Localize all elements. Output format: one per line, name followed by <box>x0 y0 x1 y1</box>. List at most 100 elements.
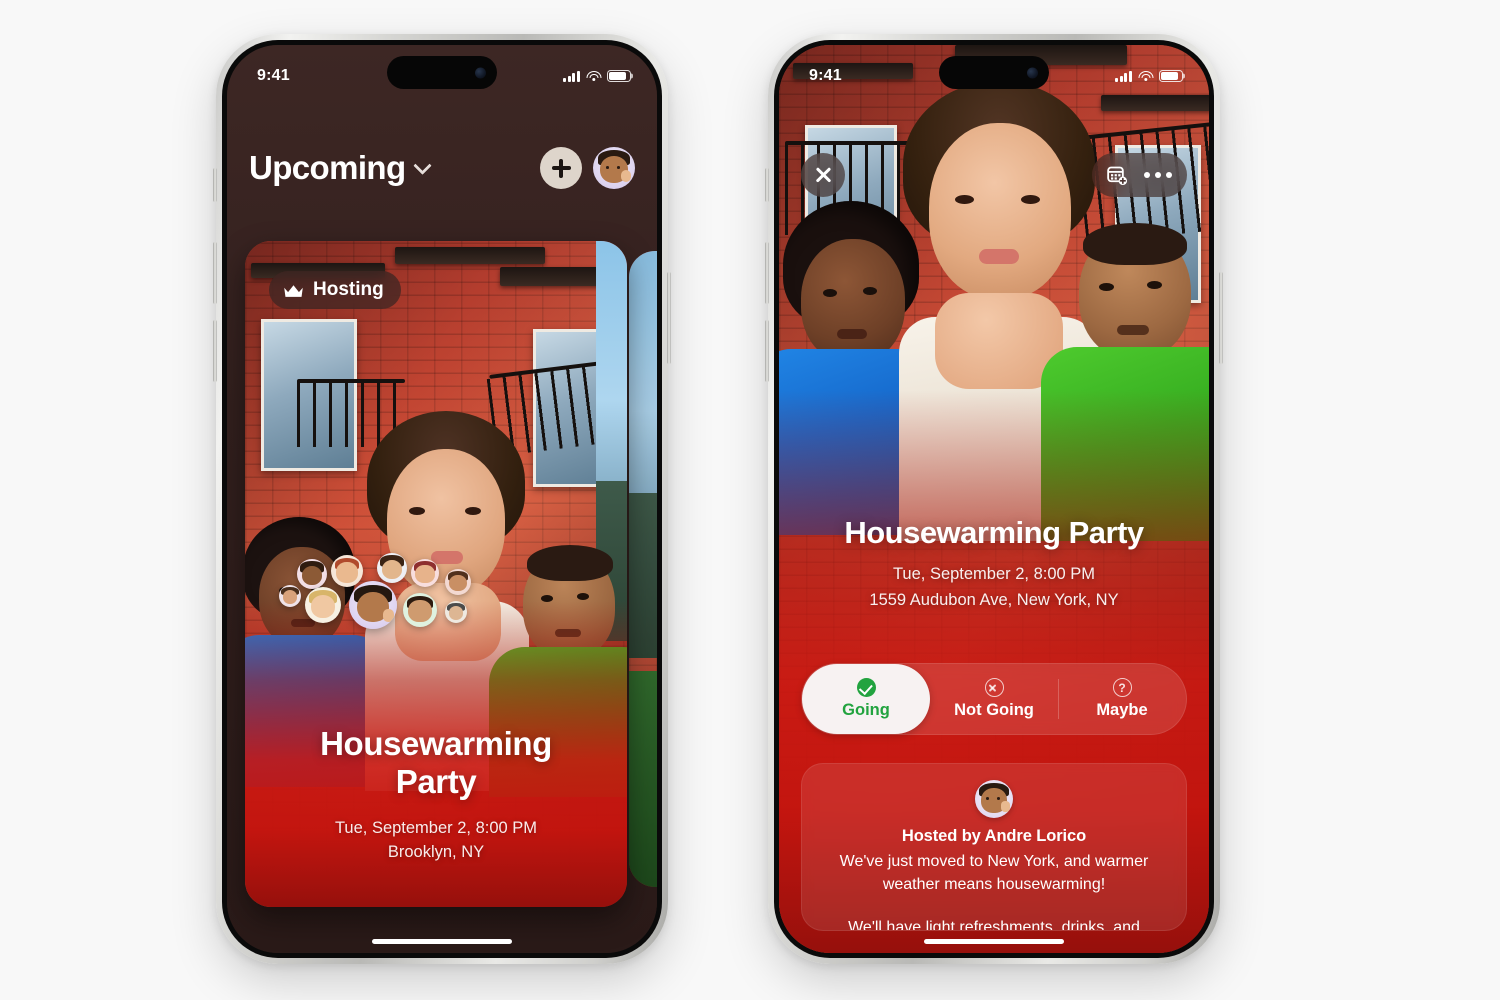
thumbs-up <box>1001 801 1010 812</box>
attendee-avatar[interactable] <box>305 587 341 623</box>
crown-icon <box>283 283 304 298</box>
attendee-avatar[interactable] <box>297 559 327 589</box>
power-button[interactable] <box>1219 272 1223 364</box>
thumbs-up <box>383 609 394 622</box>
eye <box>955 195 974 204</box>
hosting-badge-label: Hosting <box>313 279 384 300</box>
host-paragraph-1: We've just moved to New York, and warmer… <box>839 853 1149 893</box>
foliage <box>629 670 657 887</box>
volume-up-button[interactable] <box>765 242 769 304</box>
event-detail-address: 1559 Audubon Ave, New York, NY <box>869 590 1119 609</box>
event-detail-meta: Tue, September 2, 8:00 PM 1559 Audubon A… <box>795 562 1193 613</box>
next-card-photo <box>629 251 657 887</box>
rsvp-option-not-going[interactable]: Not Going <box>930 664 1058 734</box>
face <box>929 123 1071 299</box>
wifi-icon <box>586 70 601 82</box>
left-phone-screen: Hosting Housewarming Party Tue, Septembe… <box>227 45 657 953</box>
rsvp-not-going-label: Not Going <box>954 701 1034 719</box>
eye <box>1021 195 1040 204</box>
dynamic-island <box>939 56 1049 89</box>
rsvp-option-going[interactable]: Going <box>802 664 930 734</box>
detail-toolbar <box>1092 153 1187 197</box>
left-phone-bezel: Hosting Housewarming Party Tue, Septembe… <box>222 40 662 958</box>
close-button[interactable] <box>801 153 845 197</box>
action-button[interactable] <box>213 168 217 202</box>
event-date: Tue, September 2, 8:00 PM <box>334 818 538 837</box>
eye <box>409 507 425 515</box>
event-detail-date: Tue, September 2, 8:00 PM <box>892 565 1096 583</box>
hill <box>629 492 657 659</box>
battery-icon <box>1159 70 1183 82</box>
volume-down-button[interactable] <box>213 320 217 382</box>
action-button[interactable] <box>765 168 769 202</box>
attendee-avatar[interactable] <box>377 553 407 583</box>
eye <box>1147 281 1162 289</box>
wifi-icon <box>1138 70 1153 82</box>
event-card-title: Housewarming Party <box>267 725 605 802</box>
left-phone: Hosting Housewarming Party Tue, Septembe… <box>213 34 671 964</box>
rsvp-segmented-control[interactable]: Going Not Going ? Maybe <box>801 663 1187 735</box>
attendee-avatar[interactable] <box>411 559 439 587</box>
attendee-avatar[interactable] <box>279 585 301 607</box>
volume-up-button[interactable] <box>213 242 217 304</box>
event-detail-title: Housewarming Party <box>844 515 1144 550</box>
status-icons <box>563 70 631 82</box>
mouth <box>1117 325 1149 335</box>
plus-icon <box>551 158 571 178</box>
right-phone-screen: Housewarming Party Tue, September 2, 8:0… <box>779 45 1209 953</box>
rsvp-option-maybe[interactable]: ? Maybe <box>1058 664 1186 734</box>
attendee-avatar[interactable] <box>445 601 467 623</box>
profile-avatar[interactable] <box>593 147 635 189</box>
eye <box>1099 283 1114 291</box>
right-phone-bezel: Housewarming Party Tue, September 2, 8:0… <box>774 40 1214 958</box>
eye <box>465 507 481 515</box>
next-event-card-peek[interactable] <box>629 251 657 887</box>
add-to-calendar-button[interactable] <box>1107 165 1128 186</box>
event-title-line-2: Party <box>395 763 477 801</box>
status-time: 9:41 <box>257 67 290 84</box>
volume-down-button[interactable] <box>765 320 769 382</box>
navigation-bar: Upcoming <box>227 141 657 195</box>
window-lintel <box>395 247 545 264</box>
more-options-button[interactable] <box>1144 172 1172 178</box>
event-detail-header: Housewarming Party Tue, September 2, 8:0… <box>779 515 1209 613</box>
host-paragraph-2: We'll have light refreshments, drinks, a… <box>848 919 1140 931</box>
battery-icon <box>607 70 631 82</box>
hair <box>1083 223 1187 265</box>
dynamic-island <box>387 56 497 89</box>
mouth <box>979 249 1019 264</box>
host-description-card[interactable]: Hosted by Andre Lorico We've just moved … <box>801 763 1187 931</box>
more-dots-icon <box>1144 172 1150 178</box>
cellular-signal-icon <box>563 70 580 82</box>
attendee-avatars[interactable] <box>245 553 627 649</box>
event-title-line-1: Housewarming <box>320 724 552 762</box>
attendee-avatar[interactable] <box>331 555 363 587</box>
chevron-down-icon[interactable] <box>412 155 432 175</box>
status-icons <box>1115 70 1183 82</box>
thumbs-up <box>621 170 631 182</box>
add-event-button[interactable] <box>540 147 582 189</box>
host-avatar[interactable] <box>975 780 1013 818</box>
rsvp-going-label: Going <box>842 701 890 719</box>
right-phone: Housewarming Party Tue, September 2, 8:0… <box>765 34 1223 964</box>
face <box>801 239 905 363</box>
home-indicator[interactable] <box>372 939 512 944</box>
home-indicator[interactable] <box>924 939 1064 944</box>
page-title[interactable]: Upcoming <box>249 149 406 187</box>
power-button[interactable] <box>667 272 671 364</box>
attendee-avatar[interactable] <box>349 581 397 629</box>
eye <box>863 287 877 295</box>
event-card[interactable]: Hosting Housewarming Party Tue, Septembe… <box>245 241 627 907</box>
status-time: 9:41 <box>809 67 842 84</box>
close-icon <box>814 166 833 185</box>
attendee-avatar[interactable] <box>445 569 471 595</box>
window-lintel <box>1101 95 1209 111</box>
sky <box>629 251 657 519</box>
attendee-avatar[interactable] <box>403 593 437 627</box>
question-circle-icon: ? <box>1112 678 1132 697</box>
cellular-signal-icon <box>1115 70 1132 82</box>
rsvp-maybe-label: Maybe <box>1096 701 1148 719</box>
hosting-badge: Hosting <box>269 271 401 309</box>
check-circle-icon <box>856 678 876 697</box>
eye <box>823 289 837 297</box>
